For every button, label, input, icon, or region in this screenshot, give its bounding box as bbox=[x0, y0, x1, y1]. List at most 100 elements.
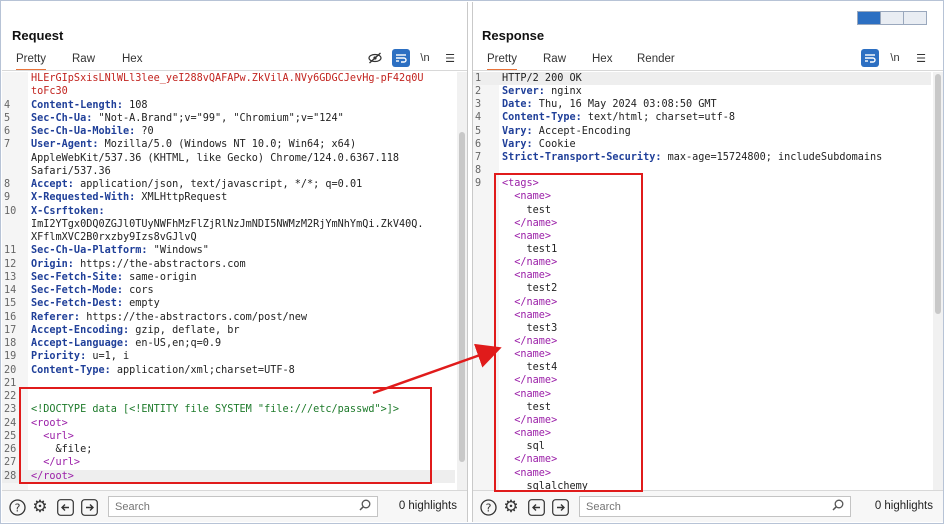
code-token: gzip, deflate, br bbox=[129, 324, 240, 336]
line-text: X-Csrftoken: bbox=[31, 205, 105, 218]
code-token: toFc30 bbox=[31, 86, 68, 98]
request-scrollbar[interactable] bbox=[457, 72, 467, 490]
code-token: "Windows" bbox=[147, 245, 209, 257]
line-number: 2 bbox=[475, 86, 482, 98]
line-number: 11 bbox=[4, 245, 17, 257]
response-code-line: 3 Date: Thu, 16 May 2024 03:08:50 GMT bbox=[473, 98, 931, 111]
line-text: XFflmXVC2B0rxzby9Izs8vGJlvQ bbox=[31, 231, 197, 244]
request-payload-highlight-box bbox=[19, 387, 432, 484]
request-code-line: XFflmXVC2B0rxzby9Izs8vGJlvQ bbox=[2, 231, 455, 244]
line-text: User-Agent: Mozilla/5.0 (Windows NT 10.0… bbox=[31, 138, 356, 151]
code-token: Sec-Ch-Ua-Platform: bbox=[31, 245, 148, 257]
show-newlines-icon[interactable]: \n bbox=[886, 49, 904, 67]
line-number: 14 bbox=[4, 285, 17, 296]
back-icon[interactable] bbox=[56, 498, 74, 516]
code-token: cors bbox=[123, 285, 154, 296]
response-tab-hex[interactable]: Hex bbox=[592, 51, 612, 71]
request-tab-raw[interactable]: Raw bbox=[72, 51, 95, 71]
line-text: Sec-Fetch-Dest: empty bbox=[31, 297, 160, 310]
code-token: en-US,en;q=0.9 bbox=[129, 338, 222, 349]
line-text: X-Requested-With: XMLHttpRequest bbox=[31, 191, 227, 204]
code-token: Referer: bbox=[31, 311, 81, 323]
line-text: ImI2YTgx0DQ0ZGJl0TUyNWFhMzFlZjRlNzJmNDI5… bbox=[31, 218, 424, 231]
response-scroll-thumb[interactable] bbox=[935, 74, 941, 314]
help-icon[interactable]: ? bbox=[8, 498, 26, 516]
code-token: https://the-abstractors.com/post/new bbox=[80, 311, 308, 323]
code-token: u=1, i bbox=[86, 351, 130, 363]
code-token: Accept-Encoding bbox=[532, 125, 631, 137]
response-scrollbar[interactable] bbox=[933, 72, 943, 490]
code-token: HLErGIpSxisLNlWLl3lee_yeI288vQAFAPw.ZkVi… bbox=[31, 73, 424, 84]
line-text: Accept-Language: en-US,en;q=0.9 bbox=[31, 337, 221, 350]
code-token: Cookie bbox=[532, 138, 576, 150]
menu-icon[interactable]: ☰ bbox=[912, 49, 930, 67]
back-icon[interactable] bbox=[527, 498, 545, 516]
response-highlights-count: 0 highlights bbox=[874, 500, 933, 512]
response-tabs-divider bbox=[473, 70, 943, 71]
code-token: Sec-Fetch-Mode: bbox=[31, 285, 124, 296]
code-token: Priority: bbox=[31, 351, 87, 363]
line-number: 5 bbox=[475, 125, 482, 137]
search-icon[interactable] bbox=[832, 499, 844, 514]
forward-icon[interactable] bbox=[551, 498, 569, 516]
response-tab-pretty[interactable]: Pretty bbox=[487, 51, 518, 71]
settings-icon[interactable]: ⚙ bbox=[502, 497, 520, 516]
line-number: 9 bbox=[4, 192, 11, 204]
layout-tabs-icon[interactable] bbox=[904, 12, 926, 24]
code-token: Content-Length: bbox=[31, 99, 124, 111]
request-tab-hex[interactable]: Hex bbox=[122, 51, 142, 71]
code-token: Vary: bbox=[502, 138, 533, 150]
response-code-line: 6 Vary: Cookie bbox=[473, 138, 931, 151]
code-token: Content-Type: bbox=[31, 364, 111, 376]
line-number: 7 bbox=[4, 139, 11, 151]
request-code-line: 5 Sec-Ch-Ua: "Not-A.Brand";v="99", "Chrom… bbox=[2, 112, 455, 125]
request-search-box bbox=[108, 496, 378, 517]
line-text: Priority: u=1, i bbox=[31, 350, 129, 363]
request-title: Request bbox=[12, 28, 64, 43]
hide-nonprintable-icon[interactable] bbox=[366, 49, 384, 67]
layout-side-by-side-icon[interactable] bbox=[858, 12, 881, 24]
request-code-line: ImI2YTgx0DQ0ZGJl0TUyNWFhMzFlZjRlNzJmNDI5… bbox=[2, 218, 455, 231]
line-number: 20 bbox=[4, 364, 17, 376]
request-code-line: 14 Sec-Fetch-Mode: cors bbox=[2, 284, 455, 297]
layout-stacked-icon[interactable] bbox=[881, 12, 904, 24]
request-search-input[interactable] bbox=[109, 497, 377, 516]
show-newlines-icon[interactable]: \n bbox=[416, 49, 434, 67]
request-code-line: 7 User-Agent: Mozilla/5.0 (Windows NT 10.… bbox=[2, 138, 455, 151]
request-tab-pretty[interactable]: Pretty bbox=[16, 51, 47, 71]
wrap-lines-icon[interactable] bbox=[392, 49, 410, 67]
help-icon[interactable]: ? bbox=[479, 498, 497, 516]
line-text: Server: nginx bbox=[502, 85, 582, 98]
line-text: Accept: application/json, text/javascrip… bbox=[31, 178, 362, 191]
line-text: Strict-Transport-Security: max-age=15724… bbox=[502, 151, 882, 164]
request-code-line: 19 Priority: u=1, i bbox=[2, 350, 455, 363]
request-code-line: toFc30 bbox=[2, 85, 455, 98]
request-code-line: 8 Accept: application/json, text/javascri… bbox=[2, 178, 455, 191]
line-number: 1 bbox=[475, 73, 482, 84]
response-code-line: 7 Strict-Transport-Security: max-age=1572… bbox=[473, 151, 931, 164]
request-code-line: 18 Accept-Language: en-US,en;q=0.9 bbox=[2, 337, 455, 350]
response-search-box bbox=[579, 496, 851, 517]
request-bottom-bar: ? ⚙ 0 highlights bbox=[2, 490, 467, 522]
search-icon[interactable] bbox=[359, 499, 371, 514]
code-token: HTTP/2 200 OK bbox=[502, 73, 582, 84]
code-token: Strict-Transport-Security: bbox=[502, 151, 662, 163]
response-tab-raw[interactable]: Raw bbox=[543, 51, 566, 71]
wrap-lines-icon[interactable] bbox=[861, 49, 879, 67]
request-code-line: 13 Sec-Fetch-Site: same-origin bbox=[2, 271, 455, 284]
code-token: Thu, 16 May 2024 03:08:50 GMT bbox=[532, 99, 717, 111]
code-token: 108 bbox=[123, 99, 148, 111]
line-text: HLErGIpSxisLNlWLl3lee_yeI288vQAFAPw.ZkVi… bbox=[31, 72, 424, 85]
response-tab-render[interactable]: Render bbox=[637, 51, 675, 71]
code-token: application/xml;charset=UTF-8 bbox=[110, 364, 295, 376]
code-token: Sec-Fetch-Dest: bbox=[31, 298, 124, 310]
request-scroll-thumb[interactable] bbox=[459, 132, 465, 462]
settings-icon[interactable]: ⚙ bbox=[31, 497, 49, 516]
line-number: 17 bbox=[4, 324, 17, 336]
line-number: 13 bbox=[4, 271, 17, 283]
line-text: AppleWebKit/537.36 (KHTML, like Gecko) C… bbox=[31, 152, 399, 165]
menu-icon[interactable]: ☰ bbox=[441, 49, 459, 67]
forward-icon[interactable] bbox=[80, 498, 98, 516]
line-number: 16 bbox=[4, 311, 17, 323]
response-search-input[interactable] bbox=[580, 497, 850, 516]
